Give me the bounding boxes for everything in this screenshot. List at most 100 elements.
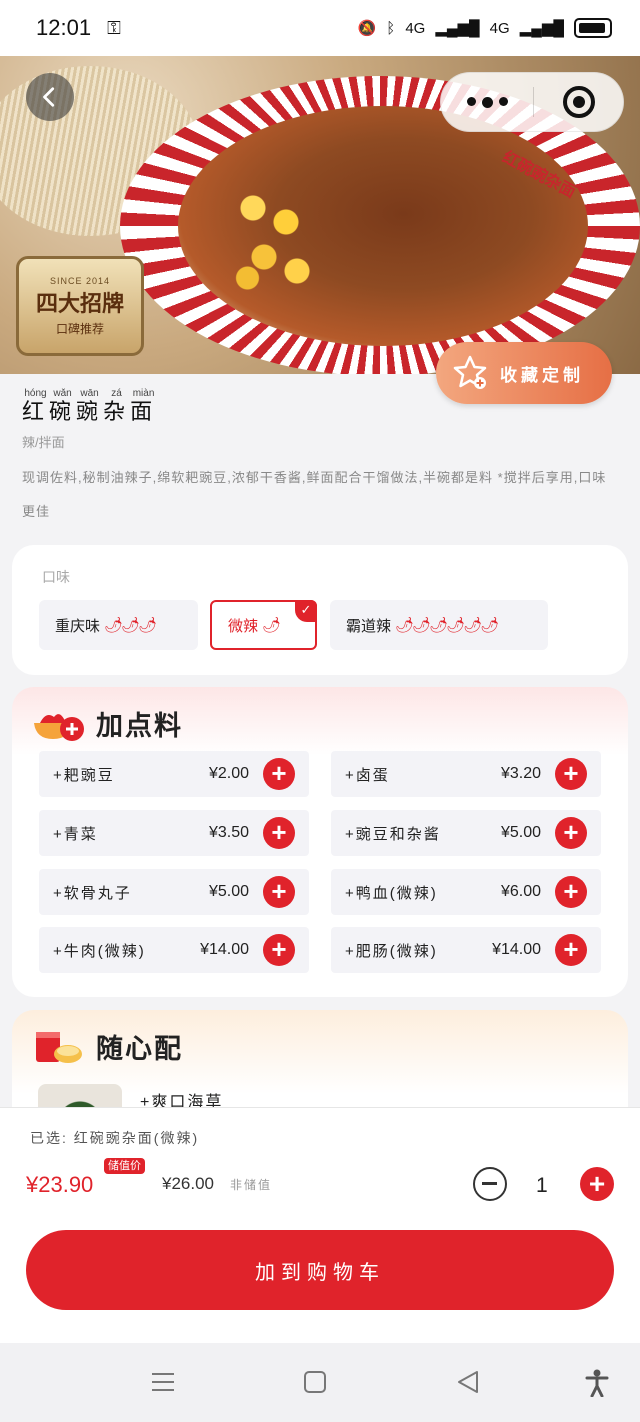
flavor-option-extra-hot[interactable]: 霸道辣 🌶🌶🌶🌶🌶🌶 [330,600,548,650]
addons-header: 加点料 [32,701,183,745]
back-triangle-icon[interactable] [455,1369,481,1395]
dot-icon [466,96,476,106]
accessibility-icon[interactable] [584,1369,610,1397]
match-header: 随心配 [32,1024,183,1068]
dot-icon [498,96,508,106]
add-addon-button[interactable]: + [263,876,295,908]
check-icon: ✓ [295,600,317,622]
chili-icon: 🌶🌶🌶 [104,617,157,634]
flavor-option-label: 微辣 [228,617,259,635]
addon-price: ¥14.00 [492,941,541,958]
addon-price: ¥5.00 [208,883,249,900]
add-to-cart-label: 加到购物车 [255,1261,385,1284]
mute-icon: 🔕 [357,20,377,37]
menu-icon[interactable] [150,1369,176,1395]
addon-name: +肥肠(微辣) [345,942,438,960]
selected-label: 已选: [30,1130,68,1146]
selected-value: 红碗豌杂面(微辣) [73,1130,200,1146]
bluetooth-icon: ᛒ [386,19,396,37]
key-icon: ⚿ [107,17,121,38]
regular-price: ¥26.00 [162,1174,214,1193]
system-nav-bar [0,1343,640,1422]
dot-icon [481,96,493,108]
order-bar: 已选: 红碗豌杂面(微辣) ¥23.90 储值价 ¥26.00 非储值 1 + … [0,1107,640,1343]
flavor-option-chongqing[interactable]: 重庆味 🌶🌶🌶 [39,600,198,650]
chevron-left-icon [43,87,55,107]
regular-price-note: 非储值 [230,1178,273,1192]
drink-cup-icon [36,1032,82,1063]
target-icon [562,86,595,118]
addon-item[interactable]: +软骨丸子 ¥5.00 + [39,869,309,915]
addon-name: +青菜 [53,825,98,843]
quantity-decrease-button[interactable] [473,1167,507,1201]
stored-value-badge: 储值价 [104,1158,145,1174]
chili-icon: 🌶 [262,617,281,634]
add-addon-button[interactable]: + [555,758,587,790]
flavor-option-label: 重庆味 [55,617,101,635]
chili-icon: 🌶🌶🌶🌶🌶🌶 [395,617,499,634]
product-info: 红hóng碗wǎn豌wān杂zá面miàn 辣/拌面 现调佐料,秘制油辣子,绵软… [22,388,618,529]
addon-price: ¥5.00 [500,824,541,841]
status-bar: 12:01 ⚿ 🔕 ᛒ 4G ▂▄▆█ 4G ▂▄▆█ [0,0,640,56]
addon-price: ¥14.00 [200,941,249,958]
signal-icon: ▂▄▆█ [435,20,480,37]
match-title: 随心配 [96,1033,183,1064]
badge-since: SINCE 2014 [49,275,111,286]
addon-name: +耙豌豆 [53,766,115,784]
signature-badge: SINCE 2014 四大招牌 口碑推荐 [16,256,144,356]
addons-title: 加点料 [96,710,183,741]
add-addon-button[interactable]: + [555,934,587,966]
member-price: ¥23.90 [26,1172,94,1197]
flavor-title: 口味 [42,569,70,585]
addon-name: +豌豆和杂酱 [345,825,441,843]
quantity-increase-button[interactable]: + [580,1167,614,1201]
addon-name: +卤蛋 [345,766,390,784]
addon-item[interactable]: +青菜 ¥3.50 + [39,810,309,856]
addon-item[interactable]: +牛肉(微辣) ¥14.00 + [39,927,309,973]
addon-name: +鸭血(微辣) [345,884,438,902]
star-plus-icon [453,355,487,389]
status-time: 12:01 [36,15,92,40]
addon-item[interactable]: +耙豌豆 ¥2.00 + [39,751,309,797]
badge-title: 四大招牌 [35,290,124,317]
favorite-label-text: 收藏定制 [500,365,584,385]
addon-item[interactable]: +豌豆和杂酱 ¥5.00 + [331,810,601,856]
back-button[interactable] [26,73,74,121]
addon-price: ¥3.20 [500,765,541,782]
add-to-cart-button[interactable]: 加到购物车 [26,1230,614,1310]
addon-item[interactable]: +卤蛋 ¥3.20 + [331,751,601,797]
add-addon-button[interactable]: + [263,817,295,849]
mini-program-capsule [440,72,624,132]
add-addon-button[interactable]: + [263,758,295,790]
addon-price: ¥2.00 [208,765,249,782]
addon-price: ¥6.00 [500,883,541,900]
signal-icon-2: ▂▄▆█ [519,20,564,37]
network-label-1: 4G [405,19,426,37]
product-tag: 辣/拌面 [22,435,65,450]
addon-price: ¥3.50 [208,824,249,841]
flavor-card: 口味 重庆味 🌶🌶🌶 微辣 🌶 ✓ 霸道辣 🌶🌶🌶🌶🌶🌶 [12,545,628,675]
flavor-option-label: 霸道辣 [346,617,392,635]
battery-icon [574,18,612,38]
favorite-customize-button[interactable]: 收藏定制 [436,342,612,404]
home-square-icon[interactable] [302,1369,328,1395]
addon-name: +牛肉(微辣) [53,942,146,960]
network-label-2: 4G [489,19,510,37]
product-description: 现调佐料,秘制油辣子,绵软耙豌豆,浓郁干香酱,鲜面配合干馏做法,半碗都是料 *搅… [22,470,607,519]
addons-card: 加点料 +耙豌豆 ¥2.00 + +卤蛋 ¥3.20 + +青菜 ¥3.50 +… [12,687,628,997]
close-mini-program-button[interactable] [534,86,623,118]
more-options-button[interactable] [441,96,533,108]
quantity-value: 1 [536,1174,548,1197]
flavor-option-mild[interactable]: 微辣 🌶 ✓ [210,600,317,650]
add-addon-button[interactable]: + [263,934,295,966]
addon-item[interactable]: +鸭血(微辣) ¥6.00 + [331,869,601,915]
badge-subtitle: 口碑推荐 [55,321,104,336]
bowl-plus-icon [34,714,84,741]
addon-item[interactable]: +肥肠(微辣) ¥14.00 + [331,927,601,973]
favorite-label: 收藏定制 [500,361,584,386]
selected-summary: 已选: 红碗豌杂面(微辣) [30,1128,199,1148]
peas-topping [220,166,330,306]
add-addon-button[interactable]: + [555,876,587,908]
addon-name: +软骨丸子 [53,884,132,902]
add-addon-button[interactable]: + [555,817,587,849]
